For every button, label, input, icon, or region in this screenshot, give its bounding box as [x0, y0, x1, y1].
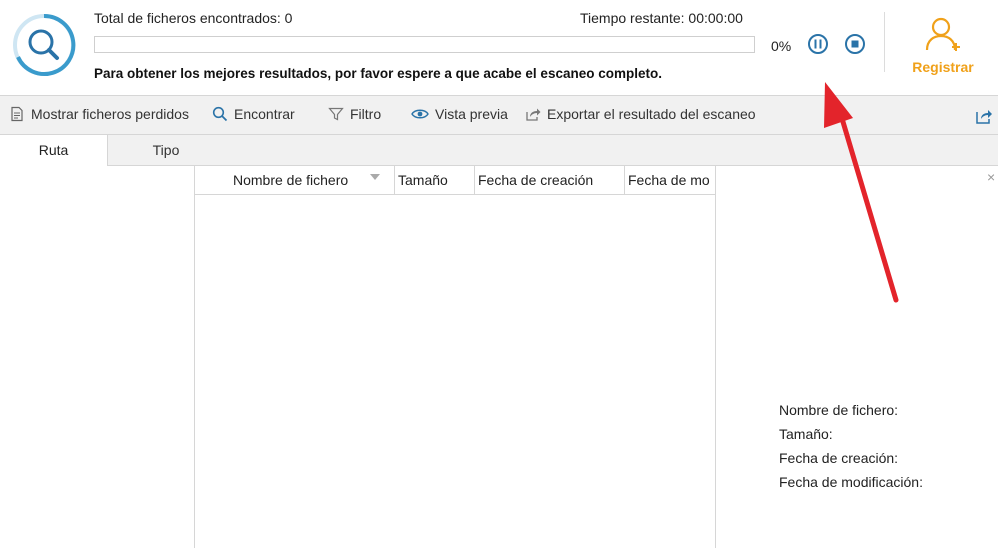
file-list-header: Nombre de fichero Tamaño Fecha de creaci… — [195, 166, 715, 195]
sort-arrow-icon — [370, 174, 380, 180]
share-button[interactable] — [975, 107, 993, 130]
pause-button[interactable] — [808, 34, 828, 54]
pause-icon — [814, 39, 822, 49]
column-created[interactable]: Fecha de creación — [475, 166, 625, 194]
files-found-count: Total de ficheros encontrados: 0 — [94, 10, 293, 26]
file-list-panel[interactable]: Nombre de fichero Tamaño Fecha de creaci… — [195, 166, 716, 548]
column-modified-label: Fecha de mo — [628, 172, 710, 188]
export-icon — [526, 108, 541, 121]
column-modified[interactable]: Fecha de mo — [625, 166, 715, 194]
filter-label: Filtro — [350, 106, 382, 122]
search-icon — [212, 106, 228, 122]
header-divider — [884, 12, 885, 72]
document-list-icon — [11, 106, 23, 122]
show-lost-files-button[interactable]: Mostrar ficheros perdidos — [9, 106, 189, 122]
detail-size-label: Tamaño: — [779, 426, 833, 442]
detail-name-label: Nombre de fichero: — [779, 402, 899, 418]
column-size-label: Tamaño — [398, 172, 448, 188]
preview-button[interactable]: Vista previa — [411, 106, 508, 122]
detail-modified-label: Fecha de modificación: — [779, 474, 923, 490]
stop-button[interactable] — [845, 34, 865, 54]
progress-percent: 0% — [771, 38, 792, 54]
filter-icon — [328, 107, 344, 121]
scan-progress-bar — [94, 36, 755, 53]
export-button[interactable]: Exportar el resultado del escaneo — [525, 106, 756, 122]
share-icon — [976, 110, 992, 124]
detail-created-label: Fecha de creación: — [779, 450, 899, 466]
toolbar: Mostrar ficheros perdidos Encontrar Filt… — [0, 96, 998, 135]
eye-icon — [411, 109, 429, 119]
stop-icon — [851, 40, 859, 48]
show-lost-files-label: Mostrar ficheros perdidos — [31, 106, 189, 122]
column-name[interactable]: Nombre de fichero — [195, 166, 395, 194]
scan-header: Total de ficheros encontrados: 0 Tiempo … — [0, 0, 998, 96]
folder-tree-panel[interactable] — [0, 166, 195, 548]
time-remaining: Tiempo restante: 00:00:00 — [580, 10, 743, 26]
scan-hint: Para obtener los mejores resultados, por… — [94, 66, 662, 81]
tab-type[interactable]: Tipo — [108, 135, 224, 165]
scan-progress-icon — [13, 13, 76, 76]
user-add-icon — [925, 17, 960, 51]
tab-path[interactable]: Ruta — [0, 135, 108, 166]
register-label: Registrar — [912, 59, 974, 75]
export-label: Exportar el resultado del escaneo — [547, 106, 756, 122]
find-button[interactable]: Encontrar — [212, 106, 295, 122]
column-created-label: Fecha de creación — [478, 172, 594, 188]
column-name-label: Nombre de fichero — [233, 172, 349, 188]
filter-button[interactable]: Filtro — [328, 106, 381, 122]
view-tabs: Ruta Tipo — [0, 135, 998, 166]
preview-label: Vista previa — [435, 106, 508, 122]
file-details-panel: × Nombre de fichero: Tamaño: Fecha de cr… — [716, 166, 998, 548]
register-button[interactable]: Registrar — [900, 12, 990, 82]
column-size[interactable]: Tamaño — [395, 166, 475, 194]
find-label: Encontrar — [234, 106, 295, 122]
close-icon[interactable]: × — [987, 170, 995, 184]
